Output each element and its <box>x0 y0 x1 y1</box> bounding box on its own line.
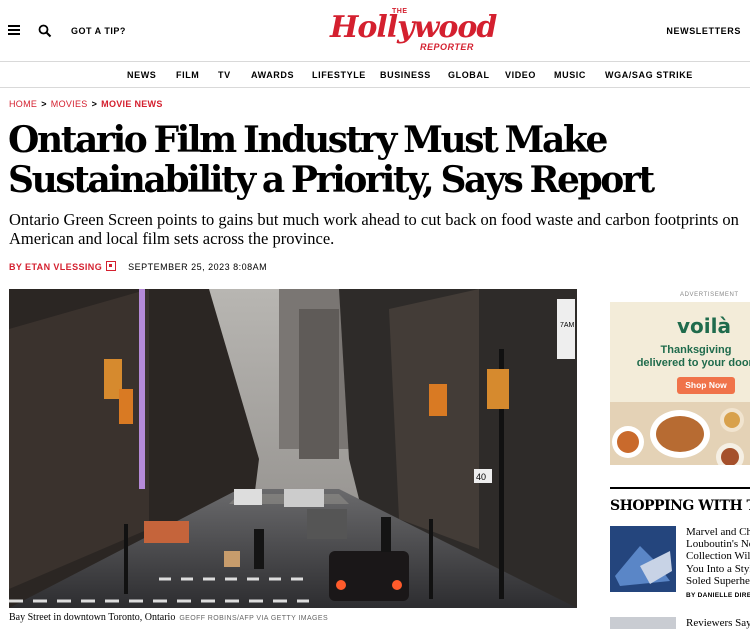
got-a-tip-link[interactable]: GOT A TIP? <box>71 26 126 36</box>
breadcrumb: HOME > MOVIES > MOVIE NEWS <box>9 99 163 109</box>
nav-item-awards[interactable]: AWARDS <box>251 70 294 80</box>
story-title[interactable]: Marvel and Christian Louboutin's New Col… <box>686 526 750 587</box>
nav-item-tv[interactable]: TV <box>218 70 231 80</box>
main-nav: NEWS FILM TV AWARDS LIFESTYLE BUSINESS G… <box>0 62 750 88</box>
story-title-line: Louboutin's New <box>686 538 750 551</box>
story-title-line: Collection Will <box>686 550 750 563</box>
nav-item-global[interactable]: GLOBAL <box>448 70 490 80</box>
photo-credit: GEOFF ROBINS/AFP VIA GETTY IMAGES <box>179 615 329 622</box>
ad-brand: voilà <box>677 314 731 338</box>
nav-item-film[interactable]: FILM <box>176 70 199 80</box>
nav-item-wga-sag-strike[interactable]: WGA/SAG STRIKE <box>605 70 693 80</box>
image-caption: Bay Street in downtown Toronto, Ontario G… <box>9 612 328 623</box>
caption-text: Bay Street in downtown Toronto, Ontario <box>9 612 176 623</box>
ad-shop-now-button[interactable]: Shop Now <box>677 377 735 394</box>
site-logo[interactable]: THE Hollywood REPORTER <box>330 8 497 54</box>
article-dek: Ontario Green Screen points to gains but… <box>9 210 739 248</box>
newsletters-link[interactable]: NEWSLETTERS <box>666 26 741 36</box>
breadcrumb-separator: > <box>91 99 98 109</box>
byline-prefix: BY <box>9 262 23 272</box>
story-thumbnail-2[interactable] <box>610 617 676 629</box>
shopping-section-title[interactable]: SHOPPING WITH THR <box>610 487 750 514</box>
story-byline[interactable]: BY DANIELLE DIRECTO <box>686 592 750 599</box>
story-title-2[interactable]: Reviewers Say <box>686 617 750 629</box>
hamburger-menu-icon[interactable] <box>8 25 20 35</box>
article-headline: Ontario Film Industry Must Make Sustaina… <box>8 119 655 201</box>
breadcrumb-separator: > <box>41 99 47 109</box>
story-thumbnail[interactable] <box>610 526 676 592</box>
breadcrumb-movies[interactable]: MOVIES <box>51 99 88 109</box>
speed-limit-sign-text: 40 <box>476 472 486 482</box>
nav-item-video[interactable]: VIDEO <box>505 70 536 80</box>
sidebar-advertisement[interactable]: voilà Thanksgiving delivered to your doo… <box>610 302 750 465</box>
publish-date: SEPTEMBER 25, 2023 8:08AM <box>128 262 268 272</box>
breadcrumb-movie-news[interactable]: MOVIE NEWS <box>101 99 163 109</box>
nav-item-music[interactable]: MUSIC <box>554 70 586 80</box>
story-title-line: Soled Superhero <box>686 574 750 587</box>
street-photo-illustration: 40 7AM <box>9 289 577 608</box>
story-title-line: You Into a Stylish <box>686 562 750 575</box>
breadcrumb-home[interactable]: HOME <box>9 99 37 109</box>
logo-reporter: REPORTER <box>420 42 474 52</box>
site-header: GOT A TIP? THE Hollywood REPORTER NEWSLE… <box>0 0 750 62</box>
parking-sign-text: 7AM <box>560 322 575 329</box>
ad-promo-text: Thanksgiving delivered to your door. <box>636 344 750 369</box>
article-byline: BY ETAN VLESSING SEPTEMBER 25, 2023 8:08A… <box>9 260 267 272</box>
shoe-image <box>610 526 676 592</box>
author-link[interactable]: ETAN VLESSING <box>25 262 102 272</box>
nav-item-business[interactable]: BUSINESS <box>380 70 431 80</box>
advertisement-label: ADVERTISEMENT <box>680 292 739 298</box>
author-profile-icon[interactable] <box>106 261 117 271</box>
logo-hollywood: Hollywood <box>330 10 497 45</box>
story-title-line: Marvel and Christian <box>686 526 750 538</box>
article-hero-image: 40 7AM <box>9 289 577 608</box>
nav-item-news[interactable]: NEWS <box>127 70 156 80</box>
search-icon[interactable] <box>38 24 52 38</box>
ad-food-image <box>610 402 750 465</box>
nav-item-lifestyle[interactable]: LIFESTYLE <box>312 70 366 80</box>
